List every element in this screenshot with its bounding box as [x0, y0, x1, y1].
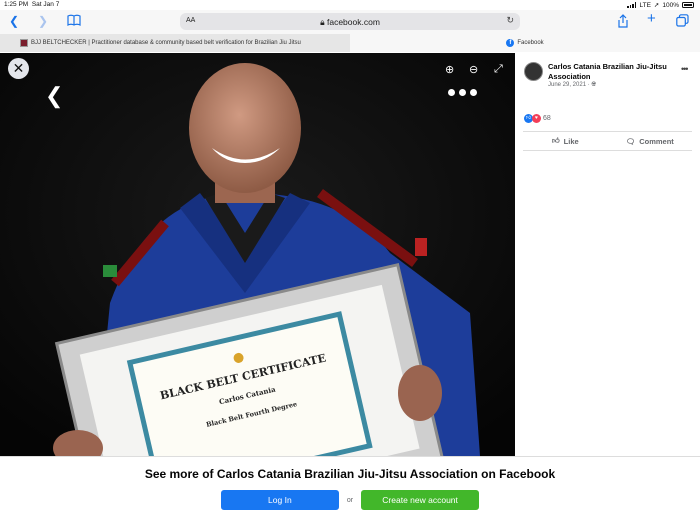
reaction-count: 68 [543, 115, 551, 122]
tabs-icon[interactable] [676, 14, 689, 30]
post-date[interactable]: June 29, 2021 · 🌐︎ [548, 82, 596, 89]
battery-icon [682, 2, 694, 8]
zoom-in-icon[interactable]: ⊕ [445, 63, 454, 76]
url-text[interactable]: 🔒︎ facebook.com [180, 17, 520, 28]
post-actions: 👍︎ Like 🗨︎ Comment [523, 131, 692, 151]
reactions-summary[interactable]: 👍︎ ♥ 68 [524, 114, 551, 123]
tab-title: Facebook [517, 40, 544, 46]
login-button[interactable]: Log In [220, 490, 339, 510]
forward-icon[interactable]: ❯ [38, 14, 48, 28]
browser-toolbar: ❮ ❯ AA 🔒︎ facebook.com ↻ + [0, 10, 700, 34]
back-icon[interactable]: ❮ [9, 14, 19, 28]
page-name[interactable]: Carlos Catania Brazilian Jiu-Jitsu Assoc… [548, 62, 678, 81]
comment-button[interactable]: 🗨︎ Comment [608, 132, 693, 150]
like-icon: 👍︎ [551, 136, 560, 145]
reload-icon[interactable]: ↻ [506, 15, 514, 26]
bookmarks-icon[interactable] [67, 14, 81, 29]
tab-facebook[interactable]: f Facebook [350, 34, 700, 52]
status-right: LTE ➚ 100% [627, 1, 694, 9]
or-label: or [346, 496, 354, 504]
post-more-icon[interactable]: ••• [681, 64, 689, 74]
see-more-heading: See more of Carlos Catania Brazilian Jiu… [144, 467, 556, 481]
like-button[interactable]: 👍︎ Like [523, 132, 608, 150]
login-prompt: See more of Carlos Catania Brazilian Jiu… [0, 456, 700, 524]
tab-beltchecker[interactable]: BJJ BELTCHECKER | Practitioner database … [0, 34, 350, 52]
photo-image: BLACK BELT CERTIFICATE Carlos Catania Bl… [0, 53, 515, 456]
zoom-out-icon[interactable]: ⊖ [469, 63, 478, 76]
page-avatar[interactable] [524, 62, 543, 81]
url-bar[interactable]: AA 🔒︎ facebook.com ↻ [180, 13, 520, 30]
globe-icon: 🌐︎ [591, 82, 597, 88]
battery-label: 100% [662, 1, 679, 9]
network-label: LTE [639, 1, 651, 9]
status-date: Sat Jan 7 [31, 1, 60, 8]
tab-title: BJJ BELTCHECKER | Practitioner database … [31, 40, 301, 46]
status-bar: 1:25 PM Sat Jan 7 LTE ➚ 100% [0, 0, 700, 10]
status-time-date: 1:25 PM Sat Jan 7 [4, 1, 59, 8]
share-icon[interactable] [617, 14, 629, 31]
previous-photo-icon[interactable]: ❮ [45, 83, 63, 109]
facebook-favicon: f [506, 39, 515, 47]
post-date-text: June 29, 2021 · [548, 82, 592, 88]
auth-buttons: Log In or Create new account [0, 490, 700, 510]
post-sidebar: Carlos Catania Brazilian Jiu-Jitsu Assoc… [515, 53, 700, 456]
tab-bar: BJJ BELTCHECKER | Practitioner database … [0, 34, 700, 52]
more-options-icon[interactable] [448, 89, 477, 96]
new-tab-icon[interactable]: + [647, 11, 656, 26]
location-icon: ➚ [653, 2, 660, 9]
photo-viewer[interactable]: BLACK BELT CERTIFICATE Carlos Catania Bl… [0, 53, 515, 456]
lock-icon: 🔒︎ [320, 16, 325, 27]
comment-label: Comment [639, 136, 674, 146]
like-label: Like [563, 136, 579, 146]
create-account-button[interactable]: Create new account [361, 490, 480, 510]
comment-icon: 🗨︎ [625, 136, 636, 146]
close-viewer-button[interactable]: ✕ [8, 58, 29, 79]
url-value: facebook.com [326, 16, 380, 27]
love-reaction-icon: ♥ [532, 114, 541, 123]
beltchecker-favicon [20, 39, 28, 47]
status-time: 1:25 PM [4, 1, 29, 8]
expand-icon[interactable]: ⤢ [494, 63, 503, 76]
signal-icon [627, 2, 637, 8]
